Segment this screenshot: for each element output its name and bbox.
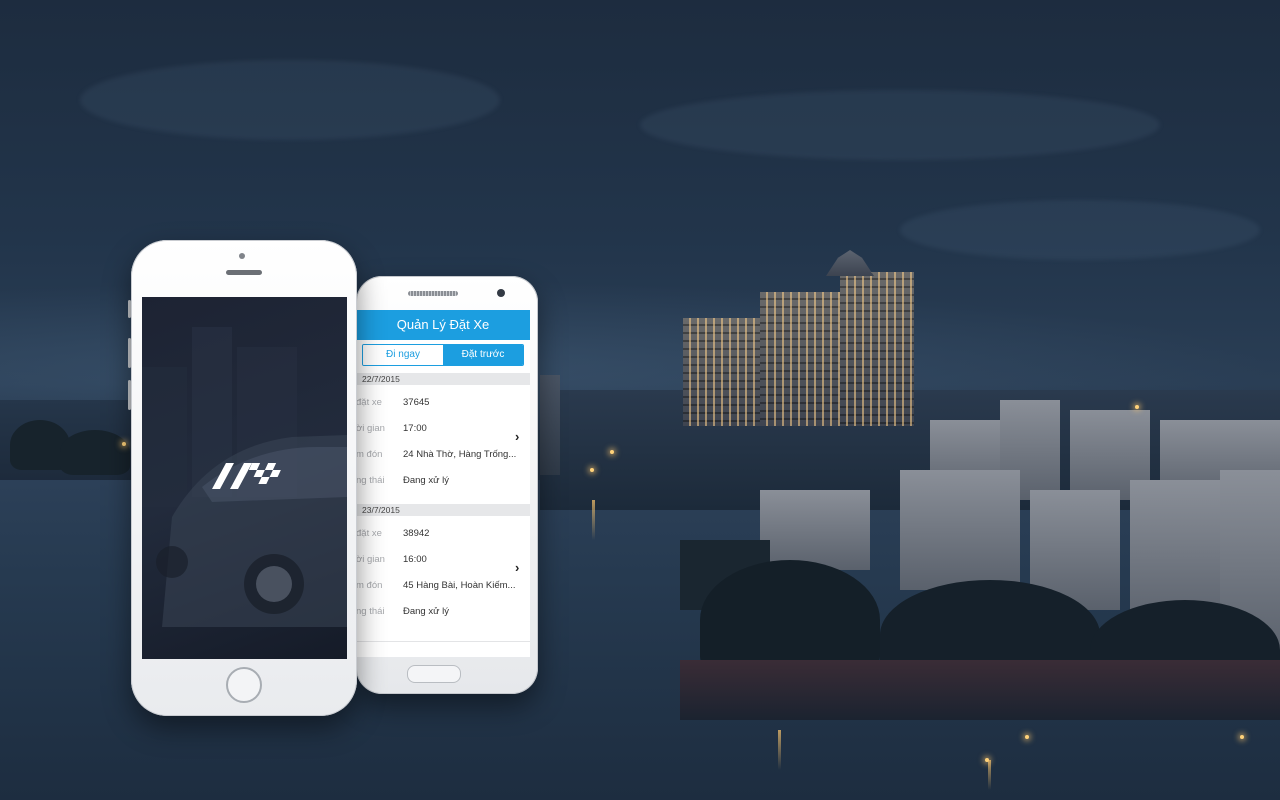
booking-time-row: ời gian 17:00 bbox=[356, 423, 530, 437]
chevron-right-icon[interactable]: › bbox=[515, 560, 519, 575]
field-label: đặt xe bbox=[356, 528, 382, 539]
hotel-roof bbox=[826, 250, 874, 276]
home-button[interactable] bbox=[407, 665, 461, 683]
tab-book-ahead[interactable]: Đặt trước bbox=[443, 345, 523, 365]
booking-pickup: 24 Nhà Thờ, Hàng Trống... bbox=[403, 449, 517, 460]
light-reflection bbox=[592, 500, 595, 540]
chevron-right-icon[interactable]: › bbox=[515, 429, 519, 444]
hotel-tower-mid bbox=[760, 292, 850, 426]
booking-status-row: ng thái Đang xử lý bbox=[356, 475, 530, 489]
building bbox=[540, 375, 560, 475]
waterfront bbox=[680, 660, 1280, 720]
booking-time-row: ời gian 16:00 bbox=[356, 554, 530, 568]
light-reflection bbox=[988, 760, 991, 790]
booking-pickup: 45 Hàng Bài, Hoàn Kiếm... bbox=[403, 580, 516, 591]
hotel-tower-right bbox=[840, 272, 914, 426]
light-reflection bbox=[778, 730, 781, 770]
camera-icon bbox=[239, 253, 245, 259]
tree bbox=[60, 430, 130, 475]
iphone-mockup bbox=[131, 240, 357, 716]
street-light bbox=[122, 442, 126, 446]
booking-tabs: Đi ngay Đặt trước bbox=[362, 344, 524, 366]
cloud bbox=[80, 60, 500, 140]
street-light bbox=[610, 450, 614, 454]
splash-screen bbox=[142, 297, 347, 659]
booking-status-row: ng thái Đang xử lý bbox=[356, 606, 530, 620]
booking-time: 17:00 bbox=[403, 423, 427, 434]
street-light bbox=[1025, 735, 1029, 739]
field-label: m đón bbox=[356, 449, 383, 460]
field-label: ng thái bbox=[356, 475, 385, 486]
building bbox=[760, 490, 870, 570]
street-light bbox=[1240, 735, 1244, 739]
phone-speaker bbox=[226, 270, 262, 275]
booking-status: Đang xử lý bbox=[403, 475, 449, 486]
booking-card[interactable]: đặt xe 38942 ời gian 16:00 › m đón 45 Hà… bbox=[356, 516, 530, 634]
booking-card[interactable]: đặt xe 37645 ời gian 17:00 › m đón 24 Nh… bbox=[356, 385, 530, 503]
street-light bbox=[590, 468, 594, 472]
checkered-flag-icon bbox=[212, 463, 281, 489]
field-label: đặt xe bbox=[356, 397, 382, 408]
tab-go-now[interactable]: Đi ngay bbox=[363, 345, 443, 365]
phone-speaker bbox=[408, 291, 458, 296]
cloud bbox=[640, 90, 1160, 160]
booking-date: 23/7/2015 bbox=[356, 504, 530, 516]
taxi-group-logo bbox=[204, 459, 292, 507]
screen-title: Quản Lý Đặt Xe bbox=[356, 310, 530, 340]
cloud bbox=[900, 200, 1260, 260]
booking-pickup-row: m đón 45 Hàng Bài, Hoàn Kiếm... bbox=[356, 580, 530, 594]
field-label: ời gian bbox=[356, 423, 385, 434]
home-button[interactable] bbox=[226, 667, 262, 703]
booking-code-row: đặt xe 37645 bbox=[356, 397, 530, 411]
street-light bbox=[1135, 405, 1139, 409]
field-label: ời gian bbox=[356, 554, 385, 565]
booking-management-screen: Quản Lý Đặt Xe Đi ngay Đặt trước 22/7/20… bbox=[356, 310, 530, 657]
booking-date: 22/7/2015 bbox=[356, 373, 530, 385]
booking-time: 16:00 bbox=[403, 554, 427, 565]
booking-status: Đang xử lý bbox=[403, 606, 449, 617]
field-label: ng thái bbox=[356, 606, 385, 617]
android-phone-mockup: Quản Lý Đặt Xe Đi ngay Đặt trước 22/7/20… bbox=[356, 276, 538, 694]
hotel-tower-left bbox=[683, 318, 771, 426]
camera-icon bbox=[497, 289, 505, 297]
booking-code-row: đặt xe 38942 bbox=[356, 528, 530, 542]
booking-pickup-row: m đón 24 Nhà Thờ, Hàng Trống... bbox=[356, 449, 530, 463]
booking-code: 38942 bbox=[403, 528, 430, 539]
list-divider bbox=[356, 641, 530, 642]
field-label: m đón bbox=[356, 580, 383, 591]
booking-code: 37645 bbox=[403, 397, 430, 408]
building bbox=[900, 470, 1020, 590]
